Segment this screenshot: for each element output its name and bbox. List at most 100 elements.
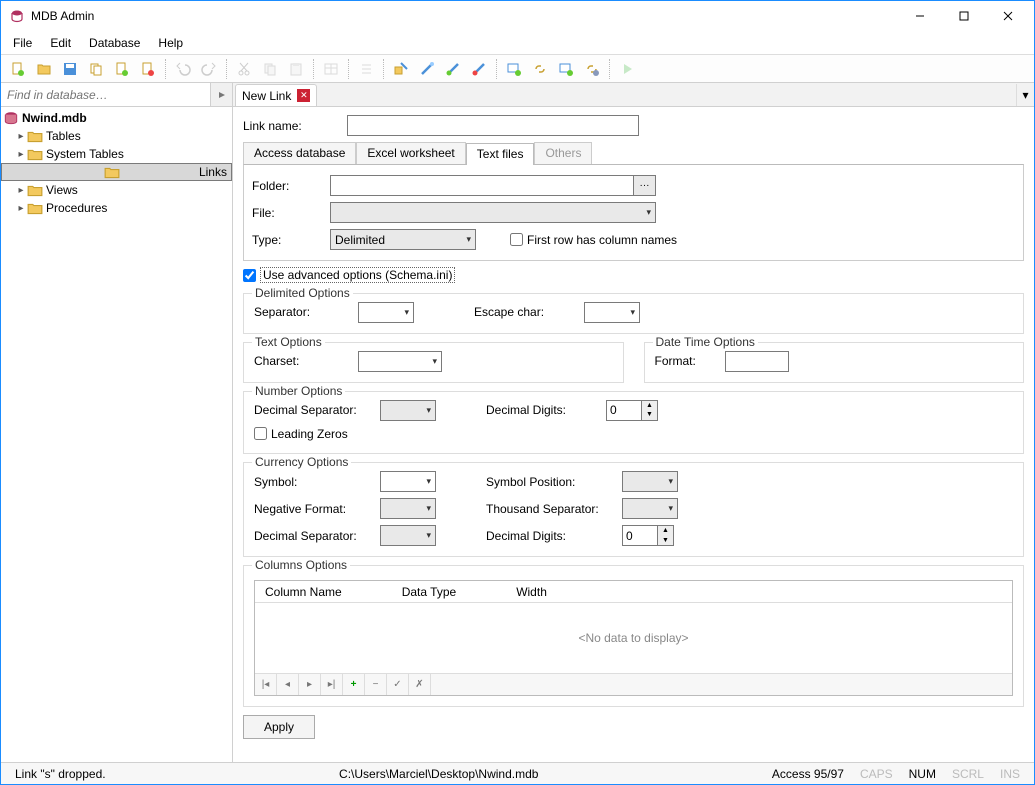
sympos-label: Symbol Position: xyxy=(486,475,622,489)
toolbar xyxy=(1,55,1034,83)
col-header-width[interactable]: Width xyxy=(516,585,547,599)
status-scrl: SCRL xyxy=(944,767,992,781)
columns-options-group: Columns Options Column Name Data Type Wi… xyxy=(243,565,1024,707)
redo-icon[interactable] xyxy=(197,58,221,80)
cur-decdig-spinner[interactable]: ▲▼ xyxy=(622,525,674,546)
paste-icon[interactable] xyxy=(284,58,308,80)
status-caps: CAPS xyxy=(852,767,901,781)
doc-delete-icon[interactable] xyxy=(136,58,160,80)
tree-item-tables[interactable]: ▸Tables xyxy=(1,127,232,145)
play-icon[interactable] xyxy=(615,58,639,80)
doc-tab-new-link[interactable]: New Link ✕ xyxy=(235,84,317,106)
title-bar: MDB Admin xyxy=(1,1,1034,31)
status-bar: Link "s" dropped. C:\Users\Marciel\Deskt… xyxy=(1,762,1034,784)
leading-zeros-checkbox[interactable]: Leading Zeros xyxy=(254,427,348,441)
nav-first-icon[interactable]: |◂ xyxy=(255,674,277,695)
menu-edit[interactable]: Edit xyxy=(42,33,79,53)
open-icon[interactable] xyxy=(32,58,56,80)
tree-item-procedures[interactable]: ▸Procedures xyxy=(1,199,232,217)
database-tree[interactable]: Nwind.mdb ▸Tables ▸System Tables ▸Links … xyxy=(1,107,232,762)
symbol-label: Symbol: xyxy=(254,475,380,489)
type-select[interactable]: Delimited▾ xyxy=(330,229,476,250)
tab-access-database[interactable]: Access database xyxy=(243,142,356,164)
decdig-spinner[interactable]: ▲▼ xyxy=(606,400,658,421)
col-header-type[interactable]: Data Type xyxy=(402,585,456,599)
decsep-select[interactable]: ▾ xyxy=(380,400,436,421)
table-link-icon[interactable] xyxy=(554,58,578,80)
cur-decsep-select[interactable]: ▾ xyxy=(380,525,436,546)
maximize-button[interactable] xyxy=(942,2,986,30)
tree-item-views[interactable]: ▸Views xyxy=(1,181,232,199)
search-go-button[interactable] xyxy=(210,83,232,106)
tab-text-files[interactable]: Text files xyxy=(466,143,535,165)
tab-dropdown-icon[interactable]: ▾ xyxy=(1016,84,1034,106)
negfmt-select[interactable]: ▾ xyxy=(380,498,436,519)
window-title: MDB Admin xyxy=(31,9,898,23)
wizard2-icon[interactable] xyxy=(415,58,439,80)
document-tabs: New Link ✕ ▾ xyxy=(233,83,1034,107)
link-icon[interactable] xyxy=(528,58,552,80)
wizard1-icon[interactable] xyxy=(389,58,413,80)
tab-excel-worksheet[interactable]: Excel worksheet xyxy=(356,142,465,164)
separator-select[interactable]: ▾ xyxy=(358,302,414,323)
grid-icon[interactable] xyxy=(319,58,343,80)
menu-database[interactable]: Database xyxy=(81,33,148,53)
minimize-button[interactable] xyxy=(898,2,942,30)
thsep-label: Thousand Separator: xyxy=(486,502,622,516)
status-num: NUM xyxy=(901,767,944,781)
sidebar: Nwind.mdb ▸Tables ▸System Tables ▸Links … xyxy=(1,83,233,762)
copy-icon[interactable] xyxy=(84,58,108,80)
menu-file[interactable]: File xyxy=(5,33,40,53)
col-header-name[interactable]: Column Name xyxy=(265,585,342,599)
status-ins: INS xyxy=(992,767,1028,781)
thsep-select[interactable]: ▾ xyxy=(622,498,678,519)
file-select[interactable]: ▾ xyxy=(330,202,656,223)
tree-root[interactable]: Nwind.mdb xyxy=(1,109,232,127)
nav-last-icon[interactable]: ▸| xyxy=(321,674,343,695)
escape-select[interactable]: ▾ xyxy=(584,302,640,323)
close-button[interactable] xyxy=(986,2,1030,30)
search-input[interactable] xyxy=(1,83,210,106)
tree-item-links[interactable]: ▸Links xyxy=(1,163,232,181)
cut-icon[interactable] xyxy=(232,58,256,80)
symbol-select[interactable]: ▾ xyxy=(380,471,436,492)
undo-icon[interactable] xyxy=(171,58,195,80)
menu-help[interactable]: Help xyxy=(150,33,191,53)
wizard4-icon[interactable] xyxy=(467,58,491,80)
browse-folder-button[interactable]: ··· xyxy=(634,175,656,196)
tab-others: Others xyxy=(534,142,592,164)
use-advanced-checkbox[interactable]: Use advanced options (Schema.ini) xyxy=(243,267,455,283)
wizard3-icon[interactable] xyxy=(441,58,465,80)
datetime-options-group: Date Time Options Format: xyxy=(644,342,1025,383)
apply-button[interactable]: Apply xyxy=(243,715,315,739)
doc-new-icon[interactable] xyxy=(110,58,134,80)
decsep-label: Decimal Separator: xyxy=(254,403,380,417)
first-row-checkbox[interactable]: First row has column names xyxy=(510,233,677,247)
nav-delete-icon[interactable]: − xyxy=(365,674,387,695)
nav-add-icon[interactable]: + xyxy=(343,674,365,695)
link-name-label: Link name: xyxy=(243,119,347,133)
charset-label: Charset: xyxy=(254,354,358,368)
file-label: File: xyxy=(252,206,330,220)
new-icon[interactable] xyxy=(6,58,30,80)
nav-cancel-icon[interactable]: ✗ xyxy=(409,674,431,695)
database-icon xyxy=(3,111,19,125)
columns-grid[interactable]: Column Name Data Type Width <No data to … xyxy=(254,580,1013,696)
tree-item-system-tables[interactable]: ▸System Tables xyxy=(1,145,232,163)
table-add-icon[interactable] xyxy=(502,58,526,80)
app-icon xyxy=(9,8,25,24)
nav-next-icon[interactable]: ▸ xyxy=(299,674,321,695)
charset-select[interactable]: ▾ xyxy=(358,351,442,372)
sympos-select[interactable]: ▾ xyxy=(622,471,678,492)
format-input[interactable] xyxy=(725,351,789,372)
nav-post-icon[interactable]: ✓ xyxy=(387,674,409,695)
save-icon[interactable] xyxy=(58,58,82,80)
nav-prev-icon[interactable]: ◂ xyxy=(277,674,299,695)
copy2-icon[interactable] xyxy=(258,58,282,80)
list-icon[interactable] xyxy=(354,58,378,80)
link-gear-icon[interactable] xyxy=(580,58,604,80)
tab-close-icon[interactable]: ✕ xyxy=(297,89,310,102)
form-panel: Link name: Access database Excel workshe… xyxy=(233,107,1034,762)
link-name-input[interactable] xyxy=(347,115,639,136)
folder-input[interactable] xyxy=(330,175,634,196)
